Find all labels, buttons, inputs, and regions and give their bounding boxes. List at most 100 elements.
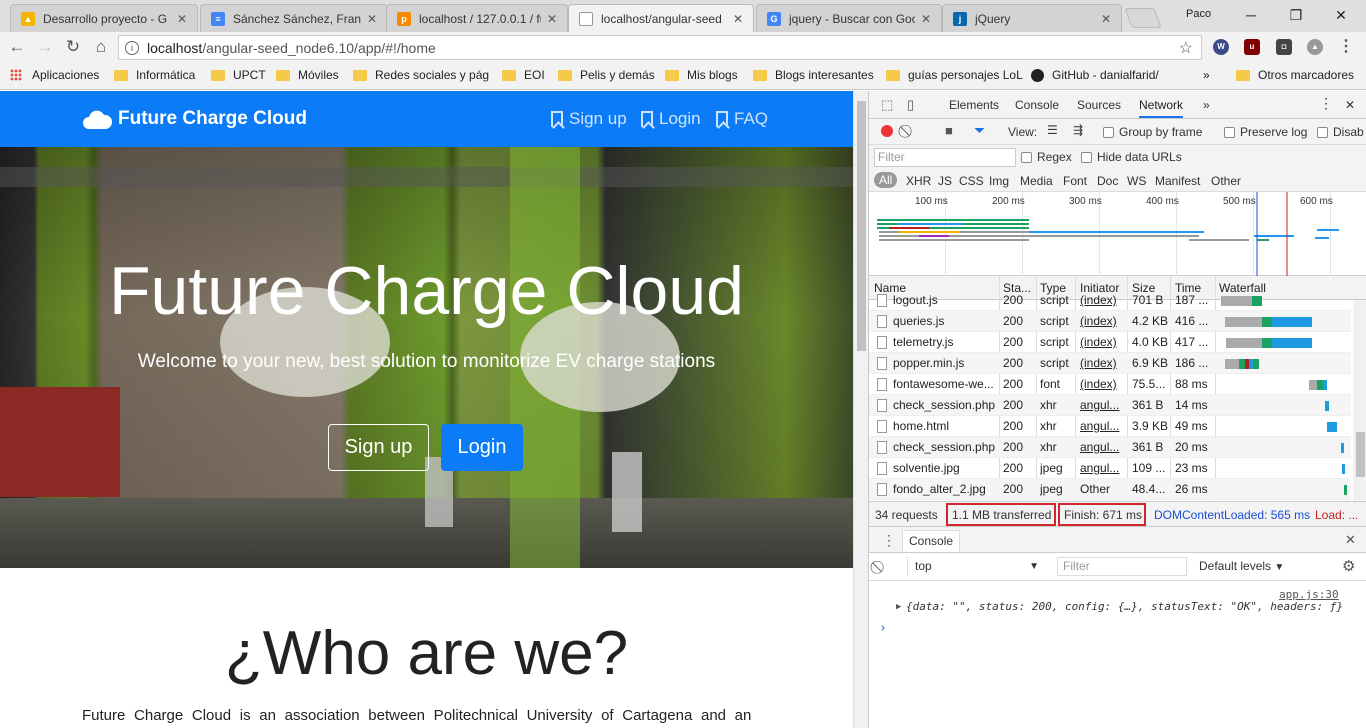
tab-network[interactable]: Network: [1139, 98, 1184, 118]
extension-ws-icon[interactable]: W: [1213, 39, 1229, 55]
browser-tab-docs[interactable]: ≡ Sánchez Sánchez, Franc ✕: [200, 4, 388, 32]
close-icon[interactable]: ✕: [177, 12, 189, 26]
cell-initiator[interactable]: (index): [1080, 335, 1126, 349]
table-row[interactable]: solventie.jpg 200 jpeg angul... 109 ... 23 ms: [869, 458, 1351, 479]
console-drawer-tab[interactable]: Console: [902, 530, 961, 552]
cell-name[interactable]: fontawesome-we...: [893, 377, 997, 391]
inspect-icon[interactable]: ⬚: [881, 97, 893, 113]
cell-initiator[interactable]: Other: [1080, 482, 1126, 496]
table-scroll-thumb[interactable]: [1356, 432, 1365, 477]
hide-data-urls-checkbox[interactable]: Hide data URLs: [1081, 150, 1182, 164]
minimize-icon[interactable]: ─: [1236, 5, 1266, 25]
bookmark-star-icon[interactable]: ☆: [1179, 38, 1193, 58]
device-toolbar-icon[interactable]: ▯: [907, 97, 914, 113]
close-icon[interactable]: ✕: [547, 12, 559, 26]
login-button[interactable]: Login: [441, 424, 523, 471]
home-icon[interactable]: ⌂: [90, 36, 112, 58]
bookmark-apps[interactable]: Aplicaciones: [10, 68, 99, 82]
tab-elements[interactable]: Elements: [949, 98, 999, 112]
bookmark-mis-blogs[interactable]: Mis blogs: [665, 68, 738, 82]
table-row[interactable]: check_session.php 200 xhr angul... 361 B 14 m…: [869, 395, 1351, 416]
type-css[interactable]: CSS: [959, 174, 984, 188]
type-all[interactable]: All: [874, 172, 898, 188]
bookmark-guias[interactable]: guías personajes LoL: [886, 68, 1023, 82]
forward-icon[interactable]: →: [34, 36, 56, 58]
cell-initiator[interactable]: (index): [1080, 293, 1126, 307]
table-row[interactable]: check_session.php 200 xhr angul... 361 B 20 m…: [869, 437, 1351, 458]
drive-extension-icon[interactable]: ▲: [1307, 39, 1323, 55]
extension-shield-icon[interactable]: ◘: [1276, 39, 1292, 55]
cell-name[interactable]: popper.min.js: [893, 356, 997, 370]
record-icon[interactable]: [881, 125, 893, 137]
back-icon[interactable]: ←: [6, 36, 28, 58]
table-row[interactable]: logout.js 200 script (index) 701 B 187 ...: [869, 290, 1351, 311]
cell-name[interactable]: check_session.php: [893, 398, 997, 412]
table-row[interactable]: fondo_alter_2.jpg 200 jpeg Other 48.4... 26 m…: [869, 479, 1351, 500]
nav-login[interactable]: Login: [641, 109, 701, 129]
table-row[interactable]: telemetry.js 200 script (index) 4.0 KB 417 ..…: [869, 332, 1351, 353]
page-scroll-thumb[interactable]: [857, 101, 866, 351]
bookmark-otros[interactable]: Otros marcadores: [1236, 68, 1354, 82]
type-doc[interactable]: Doc: [1097, 174, 1118, 188]
signup-button[interactable]: Sign up: [328, 424, 429, 471]
tab-console[interactable]: Console: [1015, 98, 1059, 112]
type-manifest[interactable]: Manifest: [1155, 174, 1200, 188]
console-filter-input[interactable]: Filter: [1057, 557, 1187, 576]
close-devtools-icon[interactable]: ✕: [1345, 98, 1355, 112]
info-icon[interactable]: i: [125, 40, 139, 55]
table-row[interactable]: queries.js 200 script (index) 4.2 KB 416 ...: [869, 311, 1351, 332]
user-profile[interactable]: Paco: [1186, 8, 1211, 20]
address-bar[interactable]: i localhost/angular-seed_node6.10/app/#!…: [118, 35, 1202, 60]
group-by-frame-checkbox[interactable]: Group by frame: [1103, 125, 1202, 139]
cell-initiator[interactable]: angul...: [1080, 419, 1126, 433]
close-icon[interactable]: ✕: [1101, 12, 1113, 26]
regex-checkbox[interactable]: Regex: [1021, 150, 1072, 164]
screenshot-icon[interactable]: ■: [945, 123, 953, 138]
more-tabs-icon[interactable]: »: [1203, 98, 1210, 112]
type-media[interactable]: Media: [1020, 174, 1053, 188]
close-icon[interactable]: ✕: [367, 12, 379, 26]
console-log-entry[interactable]: {data: "", status: 200, config: {…}, sta…: [906, 600, 1343, 613]
bookmark-moviles[interactable]: Móviles: [276, 68, 339, 82]
network-filter-input[interactable]: Filter: [874, 148, 1016, 167]
type-other[interactable]: Other: [1211, 174, 1241, 188]
gear-icon[interactable]: ⚙: [1342, 557, 1355, 575]
console-prompt[interactable]: ›: [879, 621, 887, 636]
bookmark-upct[interactable]: UPCT: [211, 68, 266, 82]
cell-name[interactable]: solventie.jpg: [893, 461, 997, 475]
nav-faq[interactable]: FAQ: [716, 109, 768, 129]
cell-name[interactable]: logout.js: [893, 293, 997, 307]
filter-icon[interactable]: ⏷: [974, 122, 985, 139]
menu-icon[interactable]: ⋮: [1338, 39, 1354, 55]
bookmark-github[interactable]: GitHub - danialfarid/: [1031, 68, 1159, 82]
context-selector[interactable]: top ▼: [907, 557, 1047, 576]
type-ws[interactable]: WS: [1127, 174, 1146, 188]
cell-initiator[interactable]: (index): [1080, 356, 1126, 370]
table-row[interactable]: fontawesome-we... 200 font (index) 75.5... 88…: [869, 374, 1351, 395]
browser-tab-phpmyadmin[interactable]: p localhost / 127.0.0.1 / fu ✕: [386, 4, 568, 32]
cell-name[interactable]: queries.js: [893, 314, 997, 328]
type-img[interactable]: Img: [989, 174, 1009, 188]
bookmark-informatica[interactable]: Informática: [114, 68, 195, 82]
close-drawer-icon[interactable]: ✕: [1345, 532, 1356, 548]
cell-name[interactable]: check_session.php: [893, 440, 997, 454]
expand-triangle-icon[interactable]: ▶: [896, 602, 901, 612]
browser-tab-google[interactable]: G jquery - Buscar con Goo ✕: [756, 4, 942, 32]
table-row[interactable]: popper.min.js 200 script (index) 6.9 KB 186 .…: [869, 353, 1351, 374]
cell-initiator[interactable]: (index): [1080, 377, 1126, 391]
cell-name[interactable]: telemetry.js: [893, 335, 997, 349]
cell-name[interactable]: home.html: [893, 419, 997, 433]
bookmark-eoi[interactable]: EOI: [502, 68, 545, 82]
browser-tab-jquery[interactable]: j jQuery ✕: [942, 4, 1122, 32]
maximize-icon[interactable]: ❐: [1281, 5, 1311, 25]
cell-initiator[interactable]: angul...: [1080, 398, 1126, 412]
tab-sources[interactable]: Sources: [1077, 98, 1121, 112]
bookmark-pelis[interactable]: Pelis y demás: [558, 68, 655, 82]
site-brand[interactable]: Future Charge Cloud: [82, 108, 307, 130]
bookmark-redes[interactable]: Redes sociales y pág: [353, 68, 489, 82]
list-view-icon[interactable]: ☰: [1047, 123, 1058, 137]
table-row[interactable]: home.html 200 xhr angul... 3.9 KB 49 ms: [869, 416, 1351, 437]
bookmark-blogs-interesantes[interactable]: Blogs interesantes: [753, 68, 874, 82]
cell-name[interactable]: fondo_alter_2.jpg: [893, 482, 997, 496]
cell-initiator[interactable]: angul...: [1080, 461, 1126, 475]
